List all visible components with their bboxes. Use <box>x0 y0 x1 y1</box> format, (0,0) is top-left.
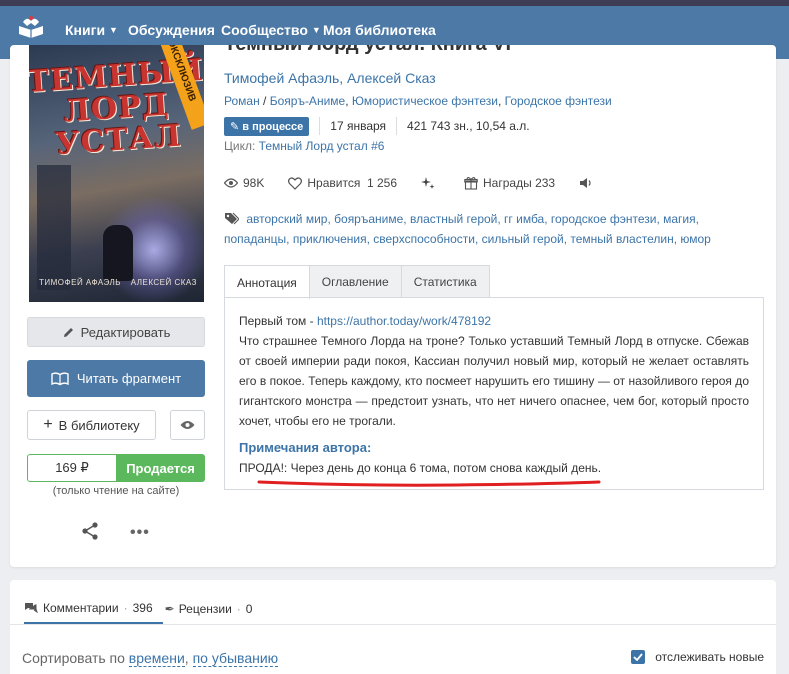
author-notes-title: Примечания автора: <box>239 440 372 455</box>
navbar-top-strip <box>0 0 789 6</box>
share-icon[interactable] <box>80 521 100 541</box>
tags-list: авторский мир, бояръаниме, властный геро… <box>224 212 711 246</box>
tags-icon <box>225 212 239 225</box>
book-genres: Роман / Бояръ-Аниме, Юмористическое фэнт… <box>224 94 612 108</box>
more-options-icon[interactable]: ••• <box>130 524 150 542</box>
comments-divider <box>10 624 776 625</box>
pencil-icon <box>63 327 73 337</box>
book-cover[interactable]: ТЕМНЫЙ ЛОРД УСТАЛ ЭКСКЛЮЗИВ ТИМОФЕЙ АФАЭ… <box>29 45 204 302</box>
tag-link[interactable]: попаданцы <box>224 232 286 246</box>
tag-link[interactable]: темный властелин <box>570 232 673 246</box>
awards-stat[interactable]: Награды 233 <box>464 176 555 190</box>
tag-link[interactable]: властный герой <box>410 212 497 226</box>
first-volume-line: Первый том - https://author.today/work/4… <box>239 314 492 328</box>
cover-authors: ТИМОФЕЙ АФАЭЛЬ АЛЕКСЕЙ СКАЗ <box>33 278 203 287</box>
buy-button[interactable]: Продается <box>116 454 205 482</box>
book-size: 421 743 зн., 10,54 а.л. <box>407 119 530 133</box>
tag-link[interactable]: сильный герой <box>482 232 564 246</box>
like-button[interactable]: Нравится 1 256 <box>288 176 397 190</box>
edit-button[interactable]: Редактировать <box>27 317 205 347</box>
site-logo-icon[interactable] <box>13 12 49 48</box>
red-underline-mark <box>257 480 601 487</box>
cover-art-pillar <box>37 165 71 290</box>
feather-icon: ✒ <box>164 602 175 616</box>
tab-statistics[interactable]: Статистика <box>400 265 490 298</box>
annotation-panel: Первый том - https://author.today/work/4… <box>224 297 764 490</box>
tag-link[interactable]: авторский мир <box>246 212 327 226</box>
nav-books[interactable]: Книги ▼ <box>65 22 118 38</box>
tag-link[interactable]: приключения <box>293 232 367 246</box>
book-cycle: Цикл: Темный Лорд устал #6 <box>224 139 385 153</box>
stats-row: 98K Нравится 1 256 Награды 233 <box>224 173 622 193</box>
sparkles-icon <box>421 177 435 189</box>
tag-link[interactable]: бояръаниме <box>334 212 403 226</box>
check-icon <box>633 653 643 661</box>
genre-link-novel[interactable]: Роман <box>224 94 260 108</box>
cover-author-right: АЛЕКСЕЙ СКАЗ <box>130 278 197 287</box>
speaker-icon <box>580 178 591 188</box>
first-volume-link[interactable]: https://author.today/work/478192 <box>317 314 491 328</box>
cover-author-left: ТИМОФЕЙ АФАЭЛЬ <box>39 278 122 287</box>
sort-order-toggle[interactable]: по убыванию <box>192 650 279 667</box>
tag-link[interactable]: городское фэнтези <box>551 212 657 226</box>
audio-stat[interactable] <box>579 177 598 189</box>
tab-reviews[interactable]: ✒ Рецензии · 0 <box>163 594 263 624</box>
pencil-icon: ✎ <box>230 120 243 133</box>
comments-tabs: Комментарии · 396 ✒ Рецензии · 0 <box>24 594 262 624</box>
watch-button[interactable] <box>170 410 205 440</box>
cover-art-figure <box>103 225 133 281</box>
tab-annotation[interactable]: Аннотация <box>224 265 310 299</box>
add-to-library-button[interactable]: + В библиотеку <box>27 410 156 440</box>
book-title: Темный Лорд устал. Книга VI <box>224 45 511 56</box>
comments-card: Комментарии · 396 ✒ Рецензии · 0 Сортировать… <box>10 580 776 674</box>
chevron-down-icon: ▼ <box>311 25 321 35</box>
heart-icon <box>288 176 303 190</box>
book-info-tabs: Аннотация Оглавление Статистика <box>224 265 490 299</box>
nav-discussions[interactable]: Обсуждения <box>128 22 215 38</box>
genre-link-boyar-anime[interactable]: Бояръ-Аниме <box>270 94 345 108</box>
nav-community[interactable]: Сообщество ▼ <box>221 22 321 38</box>
genre-link-urban-fantasy[interactable]: Городское фэнтези <box>505 94 612 108</box>
follow-label: отслеживать новые <box>655 650 764 664</box>
status-badge: ✎ в процессе <box>224 116 310 136</box>
book-authors[interactable]: Тимофей Афаэль, Алексей Сказ <box>224 70 436 86</box>
tag-link[interactable]: гг имба <box>504 212 544 226</box>
cycle-number-link[interactable]: #6 <box>371 139 384 153</box>
book-meta-row: ✎ в процессе 17 января 421 743 зн., 10,5… <box>224 116 530 136</box>
tab-contents[interactable]: Оглавление <box>308 265 402 298</box>
tab-comments[interactable]: Комментарии · 396 <box>24 594 163 624</box>
price-note: (только чтение на сайте) <box>52 485 180 497</box>
follow-checkbox[interactable] <box>631 650 646 664</box>
genre-link-humor-fantasy[interactable]: Юмористическое фэнтези <box>352 94 498 108</box>
price-display: 169 ₽ <box>27 454 117 482</box>
cycle-link[interactable]: Темный Лорд устал <box>259 139 368 153</box>
plus-icon: + <box>43 416 53 433</box>
eye-icon <box>180 421 195 429</box>
book-card: ТЕМНЫЙ ЛОРД УСТАЛ ЭКСКЛЮЗИВ ТИМОФЕЙ АФАЭ… <box>10 45 776 567</box>
gift-icon <box>464 176 478 190</box>
tag-link[interactable]: юмор <box>680 232 710 246</box>
follow-new-comments[interactable]: отслеживать новые <box>631 650 764 664</box>
views-stat: 98K <box>224 176 264 190</box>
eye-icon <box>224 178 238 188</box>
sort-field-toggle[interactable]: времени <box>128 650 185 667</box>
sparkle-stat[interactable] <box>421 176 440 190</box>
author-notes-text: ПРОДА!: Через день до конца 6 тома, пото… <box>239 461 602 475</box>
tag-link[interactable]: сверхспособности <box>373 232 475 246</box>
open-book-icon <box>51 371 69 385</box>
read-fragment-button[interactable]: Читать фрагмент <box>27 360 205 397</box>
comments-icon <box>25 603 38 614</box>
read-fragment-label: Читать фрагмент <box>76 371 182 386</box>
edit-button-label: Редактировать <box>80 324 171 340</box>
tag-link[interactable]: магия <box>663 212 696 226</box>
add-to-library-label: В библиотеку <box>58 417 140 433</box>
annotation-text: Что страшнее Темного Лорда на троне? Тол… <box>239 334 749 428</box>
chevron-down-icon: ▼ <box>109 25 118 35</box>
publish-date: 17 января <box>330 119 387 133</box>
nav-my-library[interactable]: Моя библиотека <box>323 22 436 38</box>
sort-control: Сортировать по времени, по убыванию <box>22 650 279 667</box>
